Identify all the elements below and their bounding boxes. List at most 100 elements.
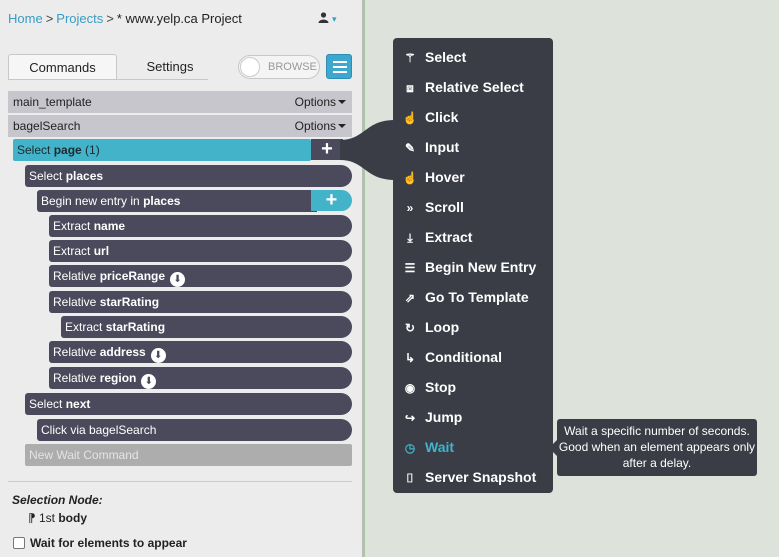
command-extract-name[interactable]: Extract name	[49, 215, 352, 237]
menu-item-scroll[interactable]: » Scroll	[401, 197, 464, 217]
menu-item-select[interactable]: ⚚ Select	[401, 47, 467, 67]
list-icon: ☰	[404, 261, 416, 275]
command-begin-entry[interactable]: Begin new entry in places	[37, 190, 317, 212]
breadcrumb-separator: >	[45, 11, 54, 26]
wait-checkbox[interactable]	[13, 537, 25, 549]
hamburger-icon	[333, 66, 347, 68]
menu-item-conditional[interactable]: ↳ Conditional	[401, 347, 502, 367]
command-menu: ⚚ Select ⧈ Relative Select ☝ Click ✎ Input ☝…	[393, 38, 553, 493]
camera-icon: ⌷	[406, 471, 414, 485]
menu-item-click[interactable]: ☝ Click	[401, 107, 459, 127]
command-relative-region[interactable]: Relative region ⬇	[49, 367, 352, 389]
add-command-button[interactable]: +	[311, 190, 352, 211]
menu-item-label: Stop	[425, 379, 457, 395]
command-select-places[interactable]: Select places	[25, 165, 352, 187]
menu-item-input[interactable]: ✎ Input	[401, 137, 459, 157]
tab-divider	[8, 79, 208, 80]
command-select-next[interactable]: Select next	[25, 393, 352, 415]
command-target: region	[99, 371, 137, 385]
command-target: name	[93, 219, 126, 233]
double-chevron-down-icon: »	[406, 201, 414, 215]
conditional-arrow-icon: ↳	[404, 351, 416, 365]
tab-commands[interactable]: Commands	[8, 54, 117, 80]
command-target: places	[65, 169, 104, 183]
template-options-dropdown[interactable]: Options	[295, 91, 346, 113]
command-relative-pricerange[interactable]: Relative priceRange ⬇	[49, 265, 352, 287]
menu-item-hover[interactable]: ☝ Hover	[401, 167, 465, 187]
template-name: main_template	[13, 95, 92, 109]
menu-item-relative-select[interactable]: ⧈ Relative Select	[401, 77, 524, 97]
menu-item-label: Go To Template	[425, 289, 529, 305]
command-text: Extract	[53, 244, 94, 258]
selection-node-label: Selection Node:	[12, 493, 103, 507]
breadcrumb-projects-link[interactable]: Projects	[56, 11, 103, 26]
tab-settings[interactable]: Settings	[124, 54, 216, 80]
command-text: Relative	[53, 345, 100, 359]
command-target: starRating	[105, 320, 166, 334]
command-text: Extract	[65, 320, 106, 334]
menu-item-label: Scroll	[425, 199, 464, 215]
tooltip-arrow	[549, 440, 557, 456]
browse-toggle[interactable]: BROWSE	[238, 55, 320, 79]
menu-item-label: Hover	[425, 169, 465, 185]
menu-item-go-to-template[interactable]: ⇗ Go To Template	[401, 287, 529, 307]
node-path-icon: ⁋	[28, 511, 36, 525]
breadcrumb-current: * www.yelp.ca Project	[116, 11, 242, 26]
command-relative-starrating[interactable]: Relative starRating	[49, 291, 352, 313]
command-relative-address[interactable]: Relative address ⬇	[49, 341, 352, 363]
command-text: Extract	[53, 219, 94, 233]
menu-item-label: Begin New Entry	[425, 259, 537, 275]
jump-arrow-icon: ↪	[404, 411, 416, 425]
hamburger-icon	[333, 71, 347, 73]
pencil-icon: ✎	[404, 141, 416, 155]
download-icon[interactable]: ⬇	[170, 272, 186, 287]
template-row-main[interactable]: main_template Options	[8, 91, 352, 113]
panel-divider[interactable]	[363, 0, 365, 557]
menu-item-jump[interactable]: ↪ Jump	[401, 407, 462, 427]
menu-item-stop[interactable]: ◉ Stop	[401, 377, 456, 397]
menu-item-label: Conditional	[425, 349, 502, 365]
command-text: Select	[29, 397, 66, 411]
command-target: next	[65, 397, 91, 411]
wait-checkbox-label: Wait for elements to appear	[30, 536, 187, 550]
download-icon[interactable]: ⬇	[150, 348, 166, 363]
command-click-via[interactable]: Click via bagelSearch	[37, 419, 352, 441]
add-command-button[interactable]: +	[311, 139, 343, 160]
menu-item-label: Relative Select	[425, 79, 524, 95]
command-text: Click via bagelSearch	[41, 423, 157, 437]
wand-icon: ⚚	[404, 51, 416, 65]
breadcrumb: Home > Projects > * www.yelp.ca Project	[8, 11, 242, 26]
command-text: Relative	[53, 371, 100, 385]
command-target: starRating	[99, 295, 160, 309]
download-icon: ⤓	[407, 231, 413, 245]
command-extract-url[interactable]: Extract url	[49, 240, 352, 262]
loop-icon: ↻	[404, 321, 416, 335]
sidebar: Home > Projects > * www.yelp.ca Project ▾ Co…	[0, 0, 363, 557]
menu-item-loop[interactable]: ↻ Loop	[401, 317, 459, 337]
browse-label: BROWSE	[268, 61, 317, 73]
menu-item-server-snapshot[interactable]: ⌷ Server Snapshot	[401, 467, 536, 487]
chevron-down-icon: ▾	[332, 14, 337, 24]
menu-item-extract[interactable]: ⤓ Extract	[401, 227, 472, 247]
menu-item-label: Select	[425, 49, 467, 65]
command-extract-starrating[interactable]: Extract starRating	[61, 316, 352, 338]
menu-item-begin-new-entry[interactable]: ☰ Begin New Entry	[401, 257, 537, 277]
menu-item-label: Loop	[425, 319, 460, 335]
command-new-wait-ghost[interactable]: New Wait Command	[25, 444, 352, 466]
user-menu[interactable]: ▾	[318, 11, 337, 25]
menu-item-label: Wait	[425, 439, 455, 455]
menu-item-wait[interactable]: ◷ Wait	[401, 437, 454, 457]
command-target: priceRange	[99, 269, 166, 283]
stop-icon: ◉	[404, 381, 416, 395]
breadcrumb-home-link[interactable]: Home	[8, 11, 43, 26]
menu-connector	[340, 120, 395, 180]
template-row-bagelsearch[interactable]: bagelSearch Options	[8, 115, 352, 137]
pointer-hand-icon: ☝	[402, 111, 418, 125]
download-icon[interactable]: ⬇	[141, 374, 157, 389]
hamburger-menu-button[interactable]	[326, 54, 352, 79]
command-select-page[interactable]: Select page (1)	[13, 139, 311, 161]
template-options-dropdown[interactable]: Options	[295, 115, 346, 137]
divider	[8, 481, 352, 482]
menu-item-label: Jump	[425, 409, 463, 425]
command-text: Select	[29, 169, 66, 183]
